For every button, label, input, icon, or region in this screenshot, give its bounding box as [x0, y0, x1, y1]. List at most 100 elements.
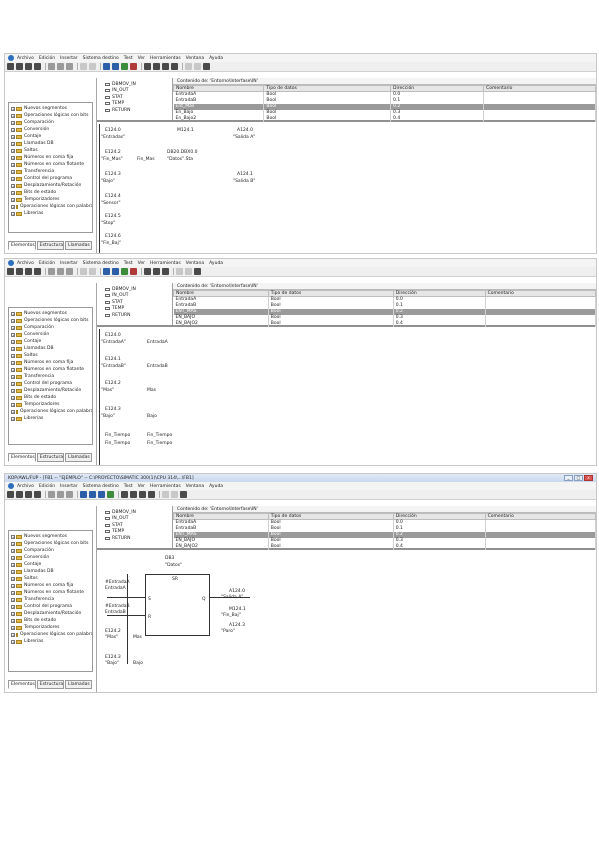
menu-test[interactable]: Test: [124, 261, 133, 266]
menu-herramientas[interactable]: Herramientas: [150, 56, 181, 61]
tree-item[interactable]: + Números en coma flotante: [11, 161, 92, 168]
expand-icon[interactable]: +: [11, 388, 15, 393]
menu-insertar[interactable]: Insertar: [60, 484, 78, 489]
tree-item[interactable]: + Transferencia: [11, 596, 92, 603]
expand-icon[interactable]: +: [11, 162, 15, 167]
menu-ver[interactable]: Ver: [138, 261, 145, 266]
tree-item[interactable]: + Desplazamiento/Rotación: [11, 387, 92, 394]
open-icon[interactable]: [16, 491, 23, 498]
interface-item[interactable]: RETURN: [105, 312, 172, 319]
table-row[interactable]: EN_BAJO2 Bool 0.4: [173, 543, 596, 550]
menu-sistema-destino[interactable]: Sistema destino: [83, 484, 119, 489]
tree-item[interactable]: + Librerías: [11, 210, 92, 217]
contact-icon[interactable]: [153, 268, 160, 275]
expand-icon[interactable]: +: [11, 190, 15, 195]
menu-edicion[interactable]: Edición: [39, 484, 55, 489]
close-button[interactable]: x: [584, 475, 593, 481]
expand-icon[interactable]: +: [11, 311, 15, 316]
expand-icon[interactable]: +: [11, 325, 15, 330]
tree-item[interactable]: + Nuevos segmentos: [11, 310, 92, 317]
tree-item[interactable]: + Llamadas DB: [11, 568, 92, 575]
menu-ayuda[interactable]: Ayuda: [209, 261, 223, 266]
paste-icon[interactable]: [66, 63, 73, 70]
expand-icon[interactable]: +: [11, 183, 15, 188]
save-icon[interactable]: [25, 268, 32, 275]
expand-icon[interactable]: +: [11, 590, 15, 595]
expand-icon[interactable]: +: [11, 625, 15, 630]
menu-ventana[interactable]: Ventana: [186, 484, 204, 489]
tab-elementos[interactable]: Elementos: [8, 453, 36, 462]
tab-estructura[interactable]: Estructura: [36, 680, 65, 689]
tab-elementos[interactable]: Elementos: [8, 680, 36, 689]
tree-item[interactable]: + Comparación: [11, 547, 92, 554]
expand-icon[interactable]: +: [11, 204, 15, 209]
menu-archivo[interactable]: Archivo: [17, 56, 34, 61]
save-icon[interactable]: [25, 491, 32, 498]
ladder-icon[interactable]: [144, 63, 151, 70]
tree-item[interactable]: + Conversión: [11, 554, 92, 561]
tree-item[interactable]: + Números en coma flotante: [11, 366, 92, 373]
tree-item[interactable]: + Saltos: [11, 352, 92, 359]
expand-icon[interactable]: +: [11, 120, 15, 125]
contact-icon[interactable]: [130, 491, 137, 498]
menu-ventana[interactable]: Ventana: [186, 261, 204, 266]
expand-icon[interactable]: +: [11, 583, 15, 588]
tree-item[interactable]: + Números en coma fija: [11, 154, 92, 161]
expand-icon[interactable]: +: [11, 569, 15, 574]
expand-icon[interactable]: +: [11, 534, 15, 539]
sr-box[interactable]: SR S Q R: [145, 574, 210, 636]
redo-icon[interactable]: [89, 268, 96, 275]
expand-icon[interactable]: +: [11, 381, 15, 386]
menu-sistema-destino[interactable]: Sistema destino: [83, 56, 119, 61]
branch-icon[interactable]: [148, 491, 155, 498]
table-row[interactable]: En_Bajo2 Bool 0.4: [173, 115, 596, 122]
menu-test[interactable]: Test: [124, 56, 133, 61]
expand-icon[interactable]: +: [11, 197, 15, 202]
expand-icon[interactable]: +: [11, 618, 15, 623]
contact-icon[interactable]: [153, 63, 160, 70]
redo-icon[interactable]: [89, 63, 96, 70]
expand-icon[interactable]: +: [11, 155, 15, 160]
tree-item[interactable]: + Bits de estado: [11, 189, 92, 196]
tab-llamadas[interactable]: Llamadas: [65, 241, 92, 250]
box-icon[interactable]: [194, 63, 201, 70]
expand-icon[interactable]: +: [11, 339, 15, 344]
expand-icon[interactable]: +: [11, 395, 15, 400]
expand-icon[interactable]: +: [11, 416, 15, 421]
tree-item[interactable]: + Operaciones lógicas con palabras: [11, 408, 92, 415]
stop-icon[interactable]: [130, 63, 137, 70]
expand-icon[interactable]: +: [11, 318, 15, 323]
tree-item[interactable]: + Números en coma fija: [11, 359, 92, 366]
open-icon[interactable]: [16, 63, 23, 70]
tab-elementos[interactable]: Elementos: [8, 241, 36, 250]
tree-item[interactable]: + Operaciones lógicas con bits: [11, 317, 92, 324]
tree-item[interactable]: + Comparación: [11, 324, 92, 331]
expand-icon[interactable]: +: [11, 402, 15, 407]
tree-item[interactable]: + Operaciones lógicas con bits: [11, 540, 92, 547]
download-icon[interactable]: [80, 491, 87, 498]
download-icon[interactable]: [103, 268, 110, 275]
expand-icon[interactable]: +: [11, 346, 15, 351]
minimize-button[interactable]: _: [564, 475, 573, 481]
download-icon[interactable]: [103, 63, 110, 70]
undo-icon[interactable]: [80, 63, 87, 70]
expand-icon[interactable]: +: [11, 604, 15, 609]
cut-icon[interactable]: [48, 63, 55, 70]
cut-icon[interactable]: [48, 491, 55, 498]
expand-icon[interactable]: +: [11, 639, 15, 644]
tree-item[interactable]: + Contaje: [11, 133, 92, 140]
expand-icon[interactable]: +: [11, 541, 15, 546]
interface-item[interactable]: RETURN: [105, 107, 172, 114]
menu-test[interactable]: Test: [124, 484, 133, 489]
tree-item[interactable]: + Nuevos segmentos: [11, 105, 92, 112]
expand-icon[interactable]: +: [11, 360, 15, 365]
ladder-icon[interactable]: [121, 491, 128, 498]
menu-ver[interactable]: Ver: [138, 56, 145, 61]
coil-icon[interactable]: [139, 491, 146, 498]
tree-item[interactable]: + Librerías: [11, 638, 92, 645]
tree-item[interactable]: + Saltos: [11, 147, 92, 154]
expand-icon[interactable]: +: [11, 597, 15, 602]
menu-insertar[interactable]: Insertar: [60, 56, 78, 61]
expand-icon[interactable]: +: [11, 367, 15, 372]
tab-llamadas[interactable]: Llamadas: [65, 453, 92, 462]
